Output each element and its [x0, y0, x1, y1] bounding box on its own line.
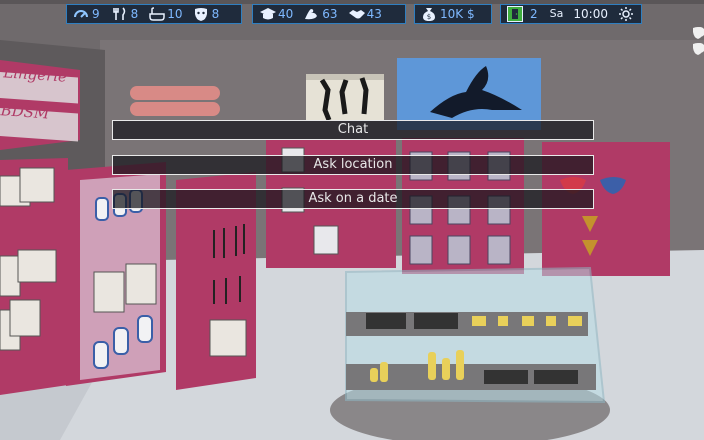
hud-intelligence: 40 [259, 4, 293, 24]
hud-money-panel: $ 10K $ [414, 4, 492, 24]
hud-hygiene: 10 [148, 4, 183, 24]
door-exit-icon[interactable] [507, 6, 523, 22]
option-ask-on-a-date[interactable]: Ask on a date [112, 189, 594, 209]
bathtub-icon [148, 6, 166, 22]
hud-time-panel: 2 Sa 10:00 [500, 4, 642, 24]
energy-value: 9 [92, 7, 100, 21]
energy-gauge-icon [73, 6, 89, 22]
graduation-cap-icon [259, 6, 276, 22]
hud-money: $ 10K $ [421, 4, 475, 24]
hud-fitness: 63 [303, 4, 338, 24]
hud-fun: 8 [193, 4, 220, 24]
fitness-value: 63 [322, 7, 338, 21]
money-bag-icon: $ [421, 6, 437, 22]
hunger-value: 8 [130, 7, 139, 21]
option-ask-location[interactable]: Ask location [112, 155, 594, 175]
hud-exit[interactable]: 2 [507, 4, 538, 24]
day-number: 2 [530, 7, 538, 21]
shop-sign: Lingerie BDSM [0, 63, 84, 124]
intelligence-value: 40 [278, 7, 294, 21]
hud-energy: 9 [73, 4, 100, 24]
hud-charisma: 43 [348, 4, 382, 24]
sun-icon [618, 6, 634, 22]
flexed-arm-icon [303, 6, 319, 22]
fun-value: 8 [211, 7, 220, 21]
hud-needs-panel: 9 8 10 8 [66, 4, 242, 24]
option-chat[interactable]: Chat [112, 120, 594, 140]
weekday-label: Sa [549, 7, 564, 20]
theater-mask-icon [193, 6, 209, 22]
theater-mask-icon[interactable] [692, 25, 704, 39]
shop-scene-background [0, 0, 704, 440]
charisma-value: 43 [366, 7, 382, 21]
hud-hunger: 8 [112, 4, 139, 24]
handshake-icon [348, 6, 365, 22]
hud-skills-panel: 40 63 43 [252, 4, 406, 24]
theater-mask-icon[interactable] [692, 41, 704, 55]
fork-knife-icon [112, 6, 128, 22]
svg-text:$: $ [427, 13, 431, 21]
hygiene-value: 10 [167, 7, 183, 21]
clock-label: 10:00 [573, 7, 608, 21]
money-value: 10K $ [440, 7, 475, 21]
